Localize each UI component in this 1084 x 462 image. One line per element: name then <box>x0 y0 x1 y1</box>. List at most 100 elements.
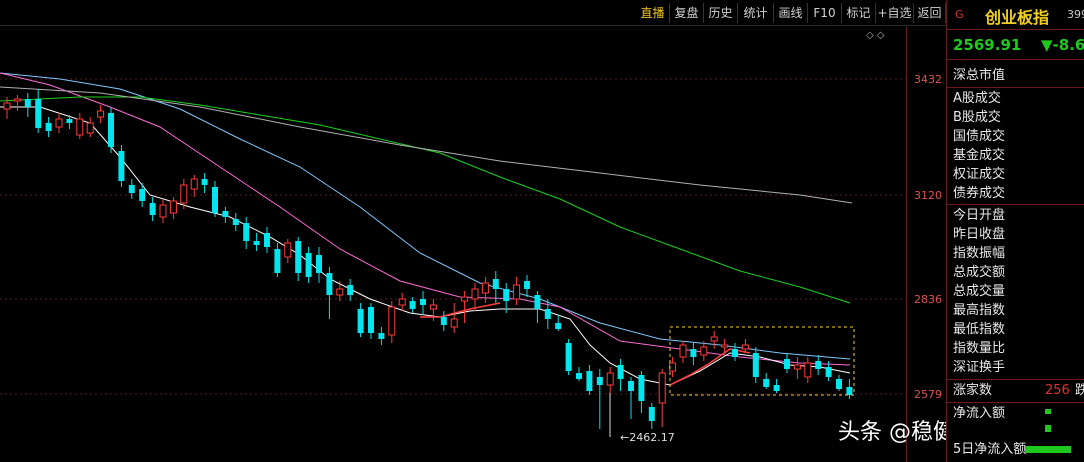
row-turnover-rate: 深证换手 <box>953 360 1006 375</box>
candle-body-up <box>169 200 177 214</box>
kline-chart-area[interactable]: ◇◇ 3432 3120 2836 2579 ←2462.17 <box>0 27 946 462</box>
row-net-inflow: 净流入额 <box>953 406 1006 421</box>
candle-body-down <box>586 371 593 391</box>
candle-body-down <box>690 349 697 357</box>
row-bond-volume: 债券成交 <box>953 186 1006 201</box>
row-gov-bond-volume: 国债成交 <box>953 129 1006 144</box>
candle-body-down <box>316 255 322 273</box>
candle-body-down <box>45 123 52 131</box>
candle-body-up <box>606 372 614 386</box>
candle-body-down <box>35 99 42 128</box>
price-label-2836: 2836 <box>914 293 942 306</box>
chart-zoom-control-icons[interactable]: ◇◇ <box>866 30 887 41</box>
ma60-line <box>0 96 851 304</box>
candle-body-up <box>793 364 801 370</box>
candle-body-down <box>274 249 281 273</box>
candle-body-down <box>555 323 562 329</box>
candle-body-up <box>13 98 21 102</box>
toolbar-button-stats[interactable]: 统计 <box>738 3 774 23</box>
divider <box>947 402 1084 403</box>
toolbar-button-mark[interactable]: 标记 <box>842 3 876 23</box>
toolbar-button-replay[interactable]: 复盘 <box>670 3 704 23</box>
candle-body-up <box>700 346 708 356</box>
candle-body-down <box>617 365 624 379</box>
candle-body-down <box>825 367 832 377</box>
candle-body-down <box>222 211 229 217</box>
advancers-label: 涨家数 <box>953 383 993 398</box>
candle-body-down <box>347 285 354 295</box>
candle-body-down <box>784 359 790 369</box>
candle-body-down <box>128 185 135 193</box>
candle-body-up <box>76 118 84 136</box>
quote-price-row: 2569.91 ▼-8.6 <box>947 30 1084 60</box>
decliners-label: 跌 <box>1075 383 1084 398</box>
divider <box>947 379 1084 380</box>
candle-body-down <box>638 375 645 401</box>
row-b-share-volume: B股成交 <box>953 110 1001 125</box>
candle-body-down <box>212 187 218 213</box>
row-warrant-volume: 权证成交 <box>953 167 1006 182</box>
price-label-3120: 3120 <box>914 189 942 202</box>
candle-body-up <box>658 372 666 404</box>
candle-body-down <box>846 387 853 395</box>
candle-body-down <box>264 233 270 247</box>
candle-body-down <box>596 377 603 385</box>
row-high-index: 最高指数 <box>953 303 1006 318</box>
candle-body-down <box>628 381 634 391</box>
candle-body-up <box>721 344 729 348</box>
candle-body-up <box>284 242 292 258</box>
candle-body-down <box>357 309 364 333</box>
toolbar-button-live[interactable]: 直播 <box>636 3 670 23</box>
candle-body-down <box>243 223 250 241</box>
candle-body-up <box>388 306 396 336</box>
chart-annotations <box>609 326 855 437</box>
quote-header: G 创业板指 399 <box>947 0 1084 30</box>
candle-body-up <box>741 344 749 350</box>
candle-body-down <box>149 203 156 215</box>
candle-body-down <box>420 299 426 305</box>
toolbar-button-add-watchlist[interactable]: +自选 <box>876 3 914 23</box>
candle-body-down <box>108 113 114 147</box>
kline-chart[interactable] <box>0 27 906 462</box>
ma30-line <box>0 72 851 360</box>
candle-body-down <box>118 151 125 181</box>
candle-body-up <box>429 304 437 310</box>
candle-body-down <box>815 361 822 369</box>
candle-body-down <box>201 179 208 185</box>
current-price: 2569.91 <box>953 36 1022 54</box>
row-turnover-amount: 总成交额 <box>953 265 1006 280</box>
candle-body-down <box>524 281 530 289</box>
row-amplitude: 指数振幅 <box>953 246 1006 261</box>
moving-average-lines <box>0 72 853 386</box>
5day-net-inflow-bar <box>1025 446 1071 453</box>
low-point-value: 2462.17 <box>629 431 675 444</box>
divider <box>947 204 1084 205</box>
toolbar-button-f10[interactable]: F10 <box>808 3 842 23</box>
candle-body-up <box>55 118 63 128</box>
candle-body-up <box>679 344 687 358</box>
candle-body-up <box>481 282 489 294</box>
candle-body-up <box>804 362 812 378</box>
market-window: 直播 复盘 历史 统计 画线 F10 标记 +自选 返回 ◇◇ 3432 312… <box>0 0 1084 462</box>
candle-body-down <box>565 343 572 371</box>
candle-body-down <box>544 309 551 319</box>
toolbar-button-history[interactable]: 历史 <box>704 3 738 23</box>
candle-body-down <box>368 307 374 333</box>
candle-body-down <box>409 301 416 309</box>
row-turnover-volume: 总成交量 <box>953 284 1006 299</box>
row-a-share-volume: A股成交 <box>953 91 1001 106</box>
toolbar-button-back[interactable]: 返回 <box>914 3 946 23</box>
candle-body-down <box>492 279 499 289</box>
advancers-count: 256 <box>1045 383 1070 398</box>
row-today-open: 今日开盘 <box>953 208 1006 223</box>
row-market-cap: 深总市值 <box>953 68 1006 83</box>
price-change: ▼-8.6 <box>1041 36 1084 54</box>
candle-body-up <box>159 204 167 218</box>
candle-body-down <box>232 219 239 225</box>
candle-body-up <box>471 288 479 300</box>
row-low-index: 最低指数 <box>953 322 1006 337</box>
row-prev-close: 昨日收盘 <box>953 227 1006 242</box>
toolbar-button-draw-line[interactable]: 画线 <box>774 3 808 23</box>
row-volume-ratio: 指数量比 <box>953 341 1006 356</box>
price-label-2579: 2579 <box>914 388 942 401</box>
